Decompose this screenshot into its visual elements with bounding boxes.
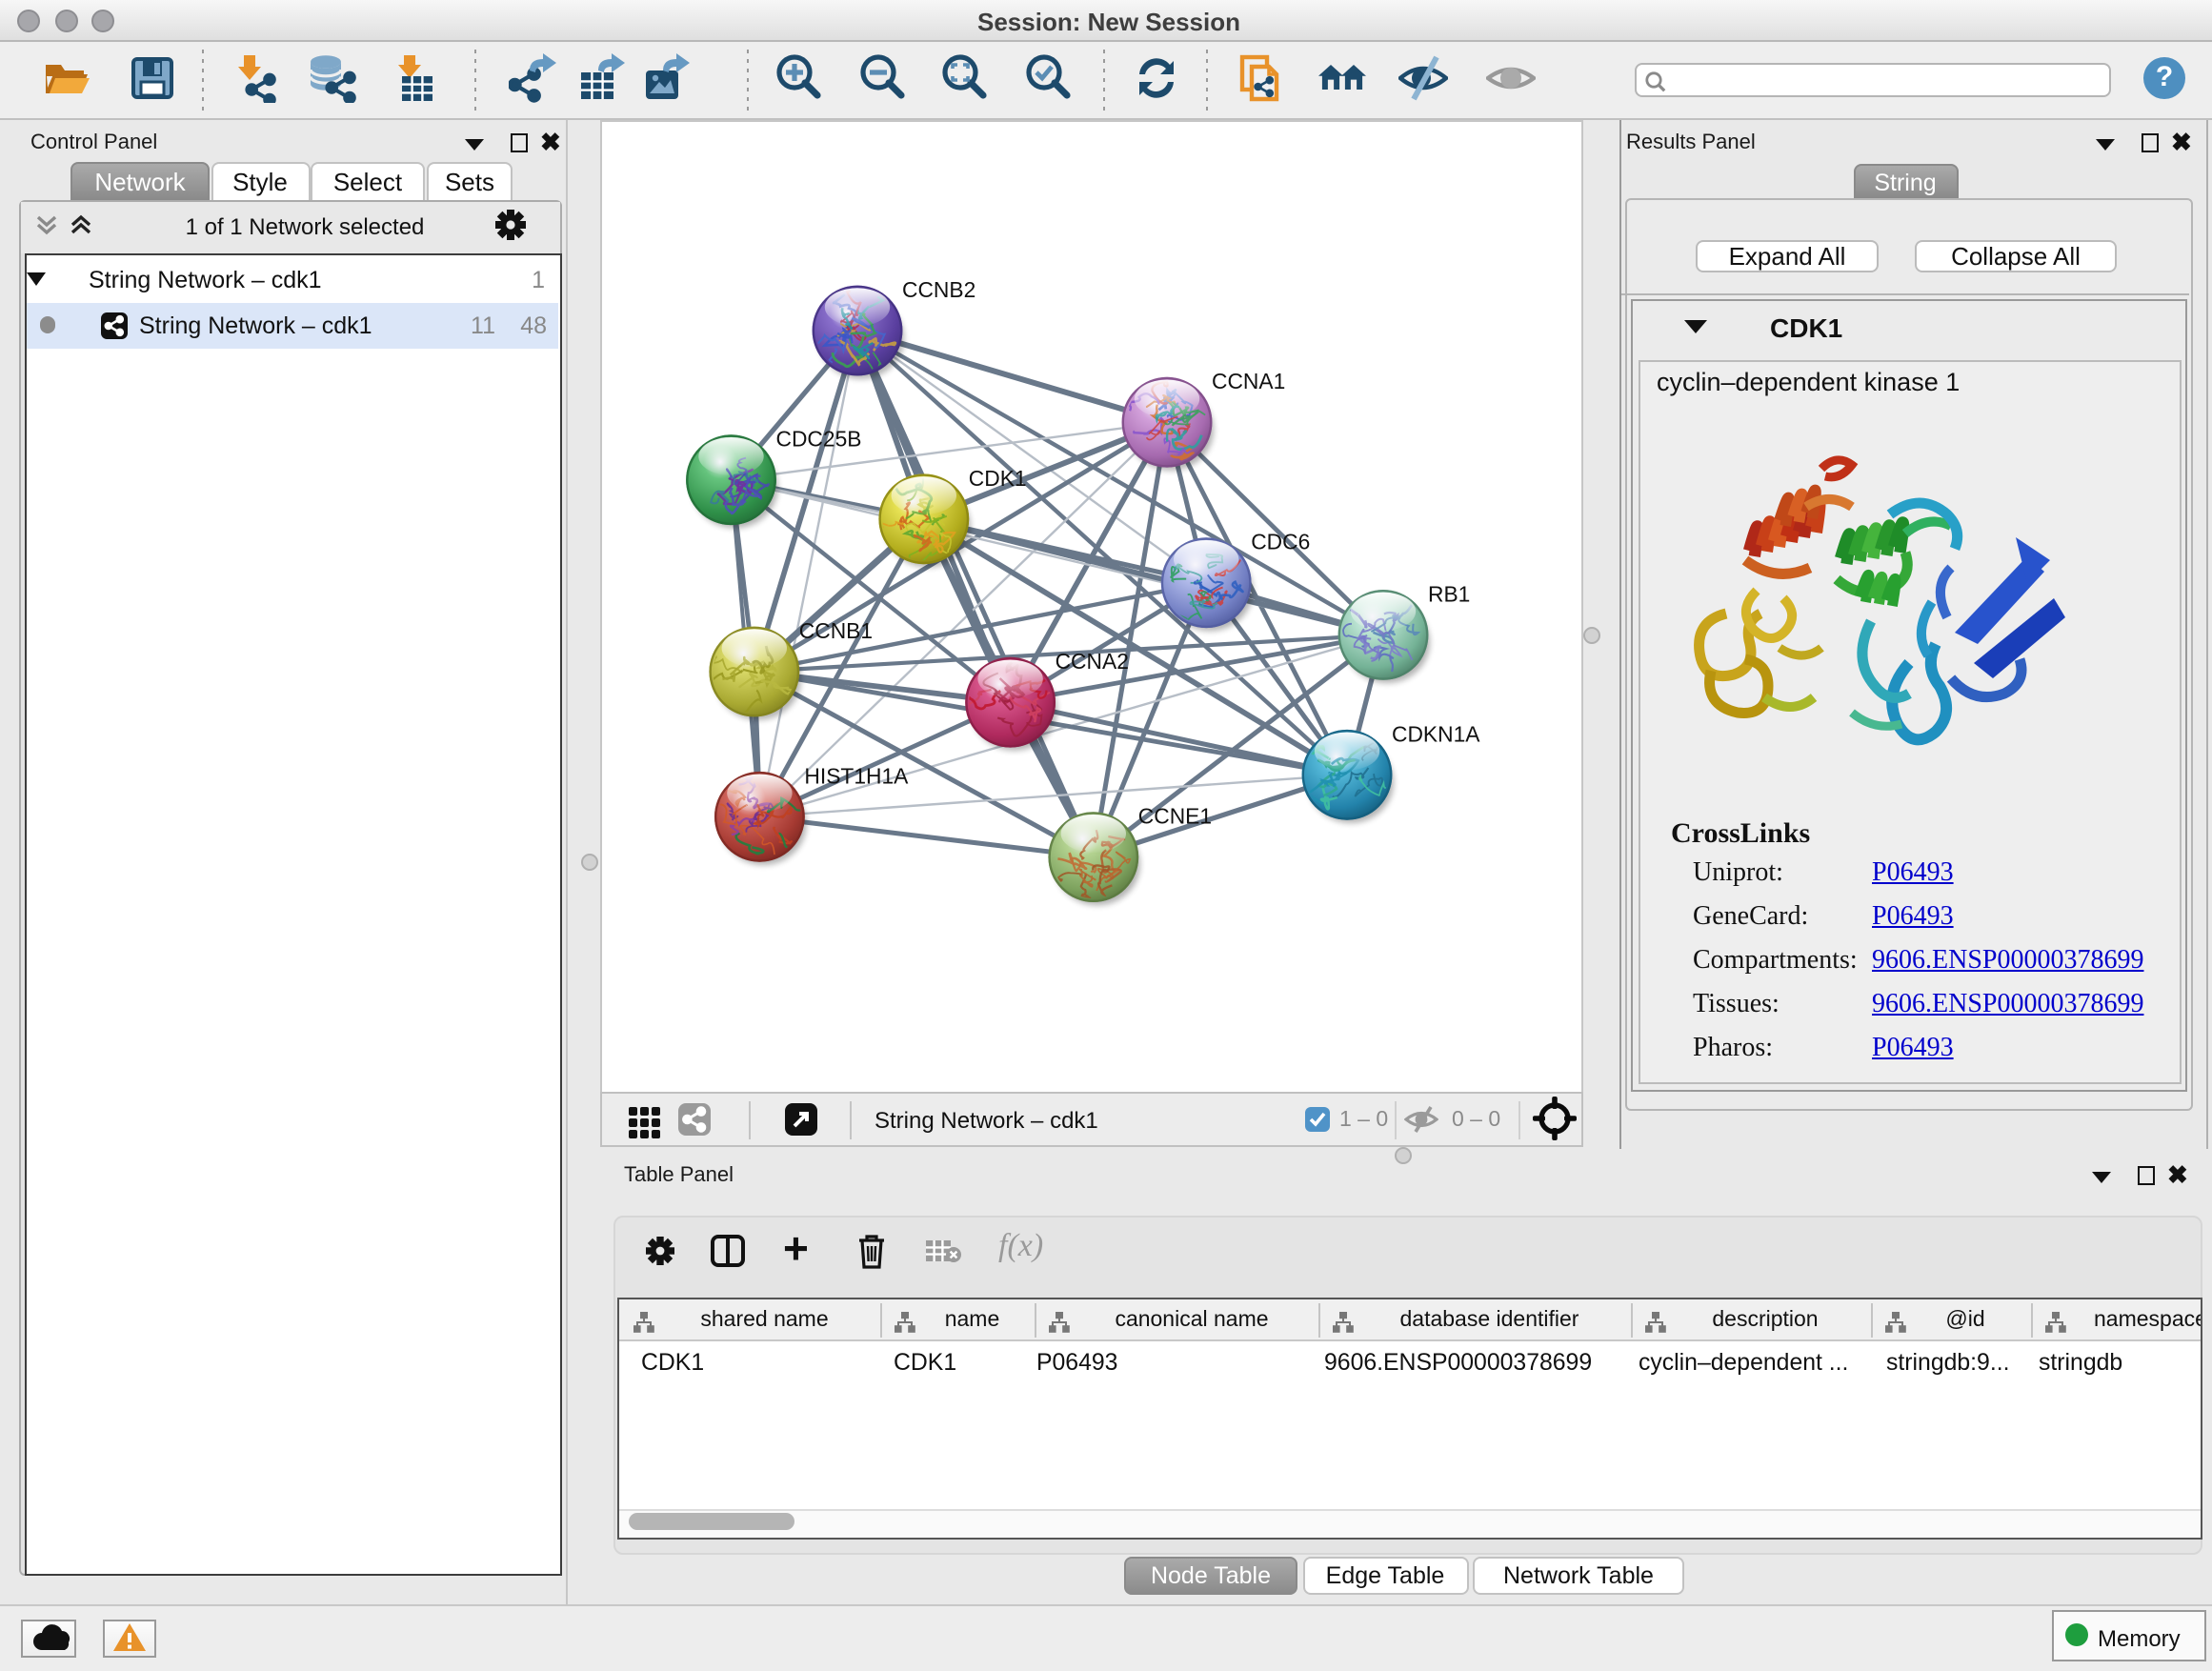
svg-text:CCNE1: CCNE1 — [1138, 804, 1212, 829]
svg-text:HIST1H1A: HIST1H1A — [804, 763, 909, 788]
svg-text:CDC6: CDC6 — [1251, 530, 1310, 554]
svg-text:RB1: RB1 — [1428, 581, 1470, 606]
svg-text:CCNB1: CCNB1 — [799, 618, 873, 643]
svg-text:CDKN1A: CDKN1A — [1392, 721, 1480, 746]
svg-text:CCNB2: CCNB2 — [902, 277, 975, 302]
svg-text:CCNA1: CCNA1 — [1212, 369, 1285, 393]
svg-text:CDK1: CDK1 — [969, 466, 1027, 491]
svg-text:CCNA2: CCNA2 — [1056, 649, 1129, 674]
svg-text:CDC25B: CDC25B — [776, 427, 862, 452]
